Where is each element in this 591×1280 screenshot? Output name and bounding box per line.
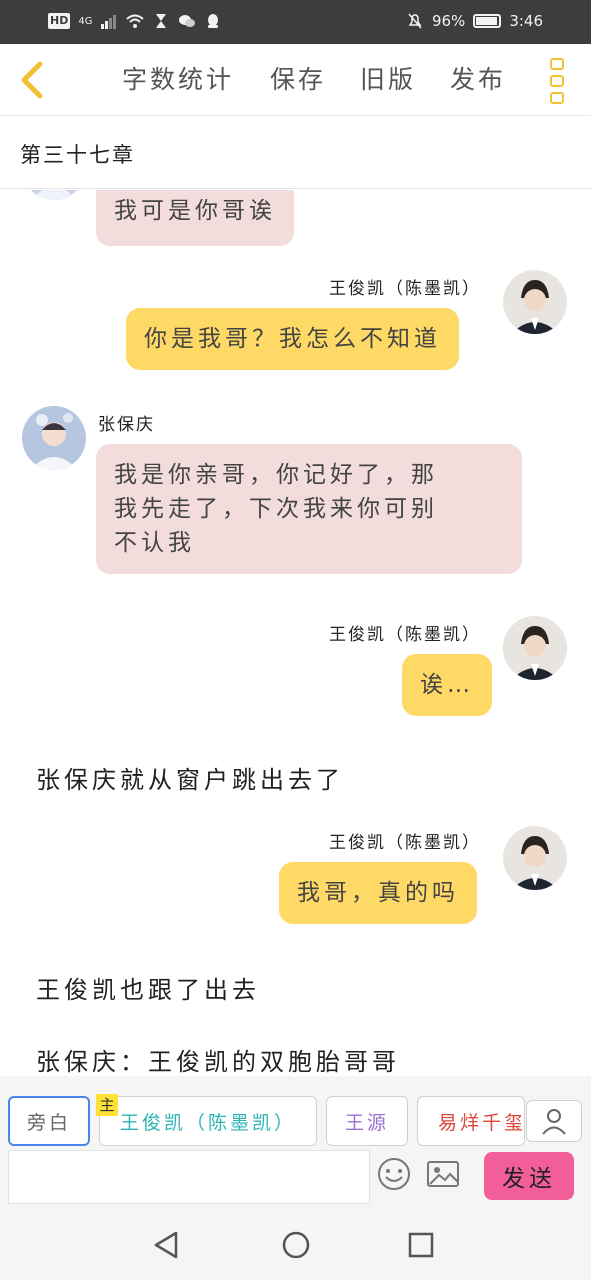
role-main-button[interactable]: 王俊凯（陈墨凯） (99, 1096, 317, 1146)
editor-toolbar: 字数统计 保存 旧版 发布 (0, 44, 591, 116)
back-arrow-icon[interactable] (14, 58, 50, 102)
nav-home-icon[interactable] (282, 1230, 310, 1260)
publish-button[interactable]: 发布 (450, 64, 506, 96)
signal-icon (101, 15, 117, 29)
chapter-title: 第三十七章 (20, 143, 135, 167)
avatar-wang[interactable] (503, 616, 567, 680)
narration-text: 王俊凯也跟了出去 (36, 976, 260, 1004)
avatar-wang[interactable] (503, 270, 567, 334)
role-selector-bar: 旁白 王俊凯（陈墨凯） 主 王源 易烊千玺 (0, 1076, 591, 1146)
speaker-name: 张保庆 (98, 415, 155, 435)
clock: 3:46 (509, 12, 543, 30)
save-button[interactable]: 保存 (270, 64, 326, 96)
status-bar: HD 4G 96% 3:46 (0, 0, 591, 44)
speaker-name: 王俊凯（陈墨凯） (329, 833, 481, 853)
role-yiyang-button[interactable]: 易烊千玺 (417, 1096, 525, 1146)
message-bubble[interactable]: 我可是你哥诶 (96, 190, 294, 246)
role-wangyuan-button[interactable]: 王源 (326, 1096, 408, 1146)
battery-icon (473, 14, 502, 28)
mute-bell-icon (408, 13, 422, 29)
role-aside-button[interactable]: 旁白 (8, 1096, 90, 1146)
message-bubble[interactable]: 你是我哥？我怎么不知道 (126, 308, 459, 370)
image-icon[interactable] (426, 1158, 460, 1190)
message-bubble[interactable]: 我哥，真的吗 (279, 862, 477, 924)
wifi-icon (126, 14, 145, 28)
avatar-zhang[interactable] (22, 190, 86, 200)
input-bar: 发送 (0, 1146, 591, 1208)
qq-icon (208, 14, 219, 28)
message-input[interactable] (8, 1150, 370, 1204)
hd-indicator: HD (48, 13, 71, 29)
old-version-button[interactable]: 旧版 (360, 64, 416, 96)
network-type: 4G (78, 15, 93, 27)
message-bubble[interactable]: 诶… (402, 654, 492, 716)
avatar-zhang[interactable] (22, 406, 86, 470)
chapter-title-bar[interactable]: 第三十七章 (0, 117, 591, 189)
system-nav-bar (0, 1208, 591, 1280)
narration-text: 张保庆就从窗户跳出去了 (36, 766, 344, 794)
send-button[interactable]: 发送 (484, 1152, 574, 1200)
narration-text: 张保庆：王俊凯的双胞胎哥哥 (36, 1048, 400, 1076)
main-role-badge: 主 (96, 1094, 118, 1116)
nav-recent-icon[interactable] (408, 1232, 434, 1258)
more-menu-icon[interactable] (550, 58, 566, 104)
speaker-name: 王俊凯（陈墨凯） (329, 279, 481, 299)
emoji-icon[interactable] (376, 1156, 412, 1192)
nav-back-icon[interactable] (152, 1230, 180, 1260)
hourglass-icon (156, 14, 167, 28)
wechat-icon (179, 15, 196, 27)
battery-percent: 96% (431, 12, 466, 30)
user-profile-icon[interactable] (526, 1100, 582, 1142)
message-bubble[interactable]: 我是你亲哥，你记好了，那 我先走了，下次我来你可别 不认我 (96, 444, 522, 574)
speaker-name: 王俊凯（陈墨凯） (329, 625, 481, 645)
avatar-wang[interactable] (503, 826, 567, 890)
word-count-button[interactable]: 字数统计 (122, 64, 234, 96)
chat-area[interactable]: 我可是你哥诶 王俊凯（陈墨凯） 你是我哥？我怎么不知道 张保庆 我是你亲哥，你记… (0, 190, 591, 1076)
